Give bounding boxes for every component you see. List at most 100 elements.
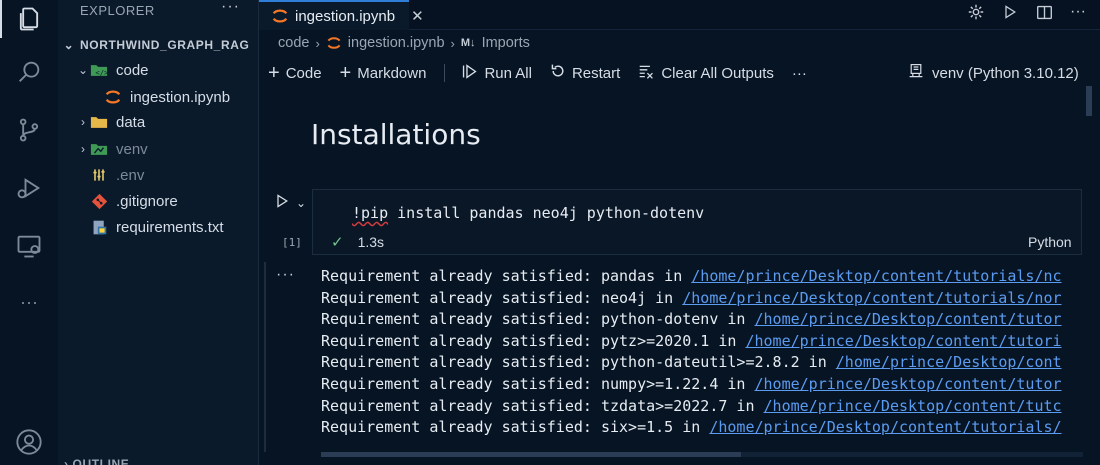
kernel-label: venv (Python 3.10.12) [932,64,1079,82]
cell-output: Requirement already satisfied: pandas in… [321,266,1083,439]
outline-section[interactable]: › OUTLINE [64,457,129,465]
output-text: Requirement already satisfied: pytz>=202… [321,331,746,350]
add-markdown-label: Markdown [357,64,427,82]
tree-item-label: data [116,113,146,131]
output-more-icon[interactable]: ··· [276,266,295,284]
code-folder-icon: </> [90,61,108,79]
explorer-more-icon[interactable]: ··· [221,0,240,16]
tab-ingestion[interactable]: ingestion.ipynb ✕ [259,0,424,30]
run-debug-icon[interactable] [13,172,45,204]
output-text: Requirement already satisfied: python-do… [321,310,755,329]
add-markdown-button[interactable]: + Markdown [340,62,427,85]
output-line: Requirement already satisfied: tzdata>=2… [321,396,1083,418]
breadcrumb: code › ingestion.ipynb › M↓ Imports [278,35,530,51]
markdown-icon: M↓ [460,37,476,49]
source-control-icon[interactable] [13,114,45,146]
plus-icon: + [339,61,352,84]
active-indicator [0,0,2,38]
clear-all-icon [638,63,655,84]
sidebar-divider[interactable] [258,0,259,465]
jupyter-icon [271,7,289,25]
output-path-link[interactable]: /home/prince/Desktop/content/tutc [764,397,1062,415]
tree-item-label: .env [116,166,145,184]
more-views-icon[interactable]: ··· [13,286,45,318]
close-icon[interactable]: ✕ [411,7,424,25]
kernel-picker[interactable]: venv (Python 3.10.12) [908,63,1079,83]
restart-icon [550,63,566,83]
output-path-link[interactable]: /home/prince/Desktop/content/tutorials/n… [691,267,1061,285]
code-token: install pandas neo4j python-dotenv [388,204,705,222]
checkmark-icon: ✓ [331,234,344,251]
chevron-down-icon[interactable]: ⌄ [296,196,306,210]
output-line: Requirement already satisfied: pandas in… [321,266,1083,288]
jupyter-icon [326,35,342,51]
code-cell-editor[interactable] [312,189,1082,255]
code-cell-source[interactable]: !pip install pandas neo4j python-dotenv [352,204,704,222]
svg-text:</>: </> [95,68,108,77]
split-editor-icon[interactable] [1034,2,1054,22]
run-all-label: Run All [484,64,532,82]
remote-explorer-icon[interactable] [13,230,45,262]
chevron-down-icon: ⌄ [77,63,89,77]
tree-item-env[interactable]: .env [58,162,258,188]
output-line: Requirement already satisfied: python-do… [321,309,1083,331]
tree-item-data[interactable]: › data [58,109,258,135]
jupyter-icon [104,88,122,106]
python-file-icon [90,218,108,236]
output-path-link[interactable]: /home/prince/Desktop/content/tutorials/n… [682,289,1061,307]
run-icon[interactable] [1000,2,1020,22]
output-text: Requirement already satisfied: tzdata>=2… [321,396,764,415]
tree-item-label: .gitignore [116,192,178,210]
notebook-toolbar: + Code + Markdown Run All Restart Clear … [268,60,1100,86]
git-icon [90,192,108,210]
run-all-button[interactable]: Run All [461,63,532,84]
output-path-link[interactable]: /home/prince/Desktop/content/tutor [754,310,1061,328]
tree-item-venv[interactable]: › venv [58,136,258,162]
tree-item-label: requirements.txt [116,218,224,236]
tree-item-code[interactable]: ⌄ </> code [58,57,258,83]
output-line: Requirement already satisfied: neo4j in … [321,288,1083,310]
toolbar-more-icon[interactable]: ··· [792,65,807,82]
scrollbar-thumb[interactable] [321,452,741,457]
folder-icon [90,113,108,131]
folder-venv-icon [90,140,108,158]
add-code-button[interactable]: + Code [268,62,322,85]
tree-item-requirements[interactable]: requirements.txt [58,214,258,240]
chevron-right-icon: › [81,142,85,156]
chevron-right-icon: › [450,35,455,51]
tree-item-label: venv [116,140,148,158]
account-icon[interactable] [13,426,45,458]
output-path-link[interactable]: /home/prince/Desktop/content/tutori [745,332,1061,350]
restart-button[interactable]: Restart [550,63,620,83]
output-path-link[interactable]: /home/prince/Desktop/content/tutorials/ [709,418,1061,436]
editor-actions: ··· [966,2,1088,22]
breadcrumb-folder[interactable]: code [278,35,309,51]
tree-item-ingestion[interactable]: ingestion.ipynb [58,84,258,110]
vertical-scrollbar[interactable] [1086,86,1092,116]
workspace-root-label: NORTHWIND_GRAPH_RAG [80,38,250,52]
chevron-right-icon: › [315,35,320,51]
more-actions-icon[interactable]: ··· [1068,2,1088,22]
tree-item-label: code [116,61,149,79]
breadcrumb-file[interactable]: ingestion.ipynb [348,35,445,51]
output-path-link[interactable]: /home/prince/Desktop/cont [836,353,1062,371]
output-text: Requirement already satisfied: numpy>=1.… [321,374,755,393]
workspace-root[interactable]: ⌄ NORTHWIND_GRAPH_RAG [58,32,258,58]
kernel-icon [908,63,924,83]
clear-outputs-button[interactable]: Clear All Outputs [638,63,774,84]
gear-icon[interactable] [966,2,986,22]
search-icon[interactable] [13,56,45,88]
output-line: Requirement already satisfied: six>=1.5 … [321,417,1083,439]
output-text: Requirement already satisfied: neo4j in [321,288,683,307]
cell-language[interactable]: Python [1028,234,1072,250]
breadcrumb-section[interactable]: Imports [482,35,530,51]
files-icon[interactable] [13,3,45,35]
explorer-title: EXPLORER [80,3,155,18]
output-path-link[interactable]: /home/prince/Desktop/content/tutor [754,375,1061,393]
horizontal-scrollbar[interactable] [321,452,1083,457]
output-text: Requirement already satisfied: pandas in [321,267,692,285]
tree-item-gitignore[interactable]: .gitignore [58,188,258,214]
output-text: Requirement already satisfied: six>=1.5 … [321,418,710,437]
run-cell-icon[interactable] [274,193,290,214]
run-all-icon [461,63,478,84]
